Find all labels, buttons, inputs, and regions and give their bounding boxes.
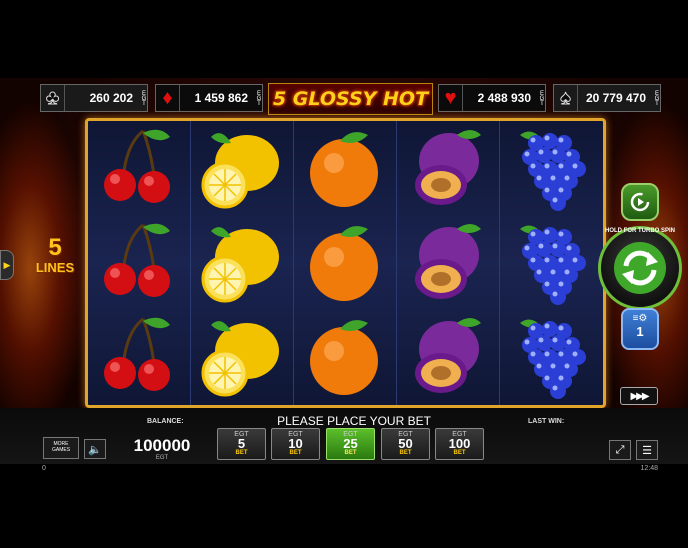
lines-label: LINES [35,260,75,275]
bet-value: 25 [343,436,358,451]
bet-value: 5 [237,436,246,451]
status-left: 0 [42,465,46,472]
speaker-icon: 🔈 [88,443,102,456]
jackpot-currency: EGT [141,90,147,106]
jackpot-currency: EGT [256,90,262,106]
lemon-symbol [191,311,294,405]
grapes-symbol [500,123,603,217]
cherry-symbol [88,217,191,311]
settings-icon: ≡⚙ [632,313,648,324]
spin-button[interactable] [598,226,682,310]
bet-value: 50 [398,436,413,451]
plum-symbol [397,123,500,217]
last-win-label: LAST WIN: [528,418,565,425]
jackpot-clubs-amount: 260 202 [89,91,133,105]
heart-icon: ♥ [439,85,463,111]
grapes-symbol [500,311,603,405]
cherry-symbol [88,123,191,217]
jackpot-clubs: ♣ 260 202 EGT [40,84,148,112]
orange-symbol [294,311,397,405]
turbo-button[interactable]: ≡⚙ 1 [621,308,659,350]
game-logo: 5 GLOSSY HOT [268,83,433,115]
jackpot-spades: ♠ 20 779 470 EGT [553,84,661,112]
jackpot-diamonds: ♦ 1 459 862 EGT [155,84,263,112]
balance-label: BALANCE: [147,418,184,425]
fullscreen-icon: ⤢ [615,443,625,456]
fullscreen-button[interactable]: ⤢ [609,440,631,460]
plum-symbol [397,311,500,405]
jackpot-currency: EGT [654,90,660,106]
bet-value: 100 [448,436,471,451]
plum-symbol [397,217,500,311]
bet-label: BET [235,450,248,456]
bet-button-25[interactable]: EGT 25 BET [326,428,375,460]
turbo-spin-hint: HOLD FOR TURBO SPIN [605,228,675,234]
autoplay-button[interactable] [621,183,659,221]
clubs-icon: ♣ [41,85,65,111]
lines-indicator: 5 LINES [28,234,82,276]
jackpot-hearts-amount: 2 488 930 [477,91,531,105]
bet-label: BET [453,450,466,456]
status-message: PLEASE PLACE YOUR BET [277,414,431,428]
balance-value: 100000 [133,436,191,455]
more-games-button[interactable]: MORE GAMES [43,437,79,459]
orange-symbol [294,217,397,311]
lemon-symbol [191,217,294,311]
status-bar: 0 12:48 [0,464,688,474]
game-title: 5 GLOSSY HOT [272,88,429,110]
jackpot-hearts: ♥ 2 488 930 EGT [438,84,546,112]
lemon-symbol [191,123,294,217]
bet-label: BET [399,450,412,456]
menu-button[interactable]: ☰ [636,440,658,460]
diamond-icon: ♦ [156,85,180,111]
clock: 12:48 [640,465,658,472]
turbo-value: 1 [636,324,644,339]
bet-button-50[interactable]: EGT 50 BET [381,428,430,460]
bet-button-5[interactable]: EGT 5 BET [217,428,266,460]
autoplay-icon [630,192,650,212]
bet-button-100[interactable]: EGT 100 BET [435,428,484,460]
bet-value: 10 [288,436,303,451]
reel [88,121,191,405]
jackpot-currency: EGT [539,90,545,106]
reel [294,121,397,405]
reels-area [85,118,606,408]
bet-label: BET [344,450,357,456]
reel [191,121,294,405]
reel [500,121,603,405]
bet-button-10[interactable]: EGT 10 BET [271,428,320,460]
spin-icon [614,242,666,294]
spade-icon: ♠ [554,85,578,111]
cherry-symbol [88,311,191,405]
sound-button[interactable]: 🔈 [84,439,106,459]
menu-icon: ☰ [642,444,652,457]
balance-currency: EGT [155,455,169,461]
jackpot-diamonds-amount: 1 459 862 [194,91,248,105]
lines-count: 5 [48,234,62,261]
fast-forward-button[interactable]: ▶▶▶ [620,387,658,405]
side-menu-tab[interactable]: ▶ [0,250,14,280]
bet-label: BET [289,450,302,456]
jackpot-spades-amount: 20 779 470 [585,91,646,105]
grapes-symbol [500,217,603,311]
orange-symbol [294,123,397,217]
reel [397,121,500,405]
